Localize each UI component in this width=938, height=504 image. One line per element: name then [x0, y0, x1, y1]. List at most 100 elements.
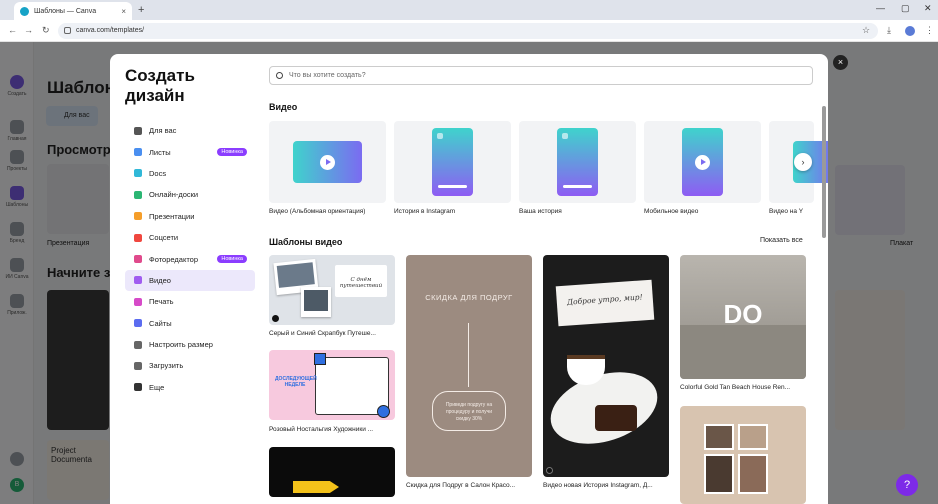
menu-item-label: Настроить размер [149, 340, 213, 350]
menu-item-video[interactable]: Видео [125, 269, 255, 292]
modal-title: Создать дизайн [125, 66, 195, 105]
story-thumbnail [557, 128, 598, 196]
video-format-card-instagram-story[interactable] [394, 121, 511, 203]
whiteboard-icon [134, 190, 142, 199]
modal-close-button[interactable]: × [833, 55, 848, 70]
template-label: Скидка для Подруг в Салон Красо... [406, 482, 516, 489]
template-label: Colorful Gold Tan Beach House Ren... [680, 384, 791, 391]
browser-tab-strip: Шаблоны — Canva × + — ▢ ✕ [0, 0, 938, 20]
website-icon [134, 319, 142, 328]
site-info-icon[interactable] [64, 27, 71, 34]
video-icon [134, 276, 142, 285]
video-template-card[interactable]: DO [680, 255, 806, 379]
tab-close-icon[interactable]: × [121, 7, 126, 16]
menu-item-label: Презентации [149, 211, 195, 221]
menu-item-photo-editor[interactable]: Фоторедактор Новинка [125, 248, 255, 269]
video-template-card[interactable]: Доброе утро, мир! [543, 255, 669, 477]
menu-item-more[interactable]: Еще [125, 377, 255, 398]
menu-item-print[interactable]: Печать [125, 291, 255, 312]
landscape-video-thumbnail [293, 141, 362, 183]
template-label: Видео новая История Instagram, Д... [543, 482, 653, 489]
play-icon [320, 154, 335, 170]
print-icon [134, 297, 142, 306]
yellow-arrow-shape [293, 481, 339, 493]
video-format-card-your-story[interactable] [519, 121, 636, 203]
sparkle-icon [134, 126, 142, 135]
search-input[interactable]: Что вы хотите создать? [269, 66, 813, 85]
url-text: canva.com/templates/ [76, 27, 145, 34]
menu-item-resize[interactable]: Настроить размер [125, 334, 255, 355]
menu-item-sheets[interactable]: Листы Новинка [125, 141, 255, 162]
menu-item-upload[interactable]: Загрузить [125, 355, 255, 376]
menu-item-label: Соцсети [149, 233, 179, 243]
template-label: Розовый Ностальгия Художники ... [269, 426, 374, 433]
beach-grass-area [680, 325, 806, 379]
minimize-button[interactable]: — [876, 3, 885, 13]
social-icon [134, 233, 142, 242]
template-script-text: Доброе утро, мир! [555, 279, 655, 327]
create-design-modal: Создать дизайн Для вас Листы Новинка Docs Он… [110, 54, 828, 504]
new-tab-button[interactable]: + [138, 4, 144, 16]
url-field[interactable]: canva.com/templates/ [58, 23, 878, 39]
menu-item-label: Печать [149, 297, 174, 307]
video-format-card-landscape[interactable] [269, 121, 386, 203]
menu-item-website[interactable]: Сайты [125, 313, 255, 334]
video-section-heading: Видео [269, 102, 298, 112]
blue-square-decoration [314, 353, 326, 365]
menu-item-sparkle[interactable]: Для вас [125, 120, 255, 141]
reload-button[interactable]: ↻ [42, 25, 50, 36]
new-badge: Новинка [217, 255, 247, 264]
menu-item-whiteboard[interactable]: Онлайн-доски [125, 184, 255, 205]
play-icon [695, 154, 710, 170]
video-template-card[interactable] [269, 447, 395, 497]
menu-item-docs[interactable]: Docs [125, 163, 255, 184]
menu-item-social[interactable]: Соцсети [125, 227, 255, 248]
video-template-card[interactable]: ДОСЛЕДУЮЩЕЙ НЕДЕЛЕ [269, 350, 395, 420]
menu-item-label: Сайты [149, 318, 172, 328]
resize-icon [134, 340, 142, 349]
collage-photo [704, 454, 734, 494]
download-icon[interactable]: ⤓ [887, 25, 891, 36]
video-format-label: Ваша история [519, 208, 562, 215]
presentation-icon [134, 212, 142, 221]
help-button[interactable]: ? [896, 474, 918, 496]
maximize-button[interactable]: ▢ [901, 3, 910, 14]
upload-icon [134, 361, 142, 370]
photo-editor-icon [134, 255, 142, 264]
menu-item-label: Листы [149, 147, 171, 157]
story-progress-bar [563, 185, 592, 188]
menu-item-label: Для вас [149, 126, 177, 136]
video-template-card[interactable]: СКИДКА ДЛЯ ПОДРУГ Приведи подругу на про… [406, 255, 532, 477]
docs-icon [134, 169, 142, 178]
story-thumbnail [432, 128, 473, 196]
modal-scrollbar[interactable] [822, 106, 826, 238]
profile-avatar-icon[interactable] [905, 26, 915, 36]
video-format-label: История в Instagram [394, 208, 456, 215]
new-badge: Новинка [217, 148, 247, 157]
mobile-video-thumbnail [682, 128, 723, 196]
menu-item-label: Загрузить [149, 361, 184, 371]
design-type-menu: Для вас Листы Новинка Docs Онлайн-доски Презе… [125, 120, 255, 398]
video-template-card[interactable] [680, 406, 806, 504]
tab-title: Шаблоны — Canva [34, 7, 97, 15]
scrapbook-script-text: С днём путешествий [335, 265, 387, 297]
template-headline-text: СКИДКА ДЛЯ ПОДРУГ [425, 293, 513, 302]
video-template-card[interactable]: С днём путешествий [269, 255, 395, 325]
browser-tab[interactable]: Шаблоны — Canva × [14, 2, 132, 20]
video-format-card-mobile[interactable] [644, 121, 761, 203]
show-all-link[interactable]: Показать все [760, 237, 803, 244]
canva-favicon-icon [20, 6, 29, 16]
back-button[interactable]: ← [8, 25, 17, 35]
template-headline-text: ДОСЛЕДУЮЩЕЙ НЕДЕЛЕ [275, 376, 317, 388]
video-play-badge-icon [546, 467, 553, 474]
forward-button[interactable]: → [24, 25, 33, 35]
menu-item-presentation[interactable]: Презентации [125, 206, 255, 227]
menu-item-label: Онлайн-доски [149, 190, 199, 200]
carousel-next-arrow-icon[interactable]: › [794, 153, 812, 171]
window-close-button[interactable]: ✕ [924, 3, 932, 14]
search-icon [276, 72, 283, 79]
browser-menu-icon[interactable]: ⋮ [925, 25, 934, 36]
sheets-icon [134, 148, 142, 157]
template-headline-text: DO [723, 299, 763, 329]
bookmark-star-icon[interactable]: ☆ [862, 25, 870, 36]
